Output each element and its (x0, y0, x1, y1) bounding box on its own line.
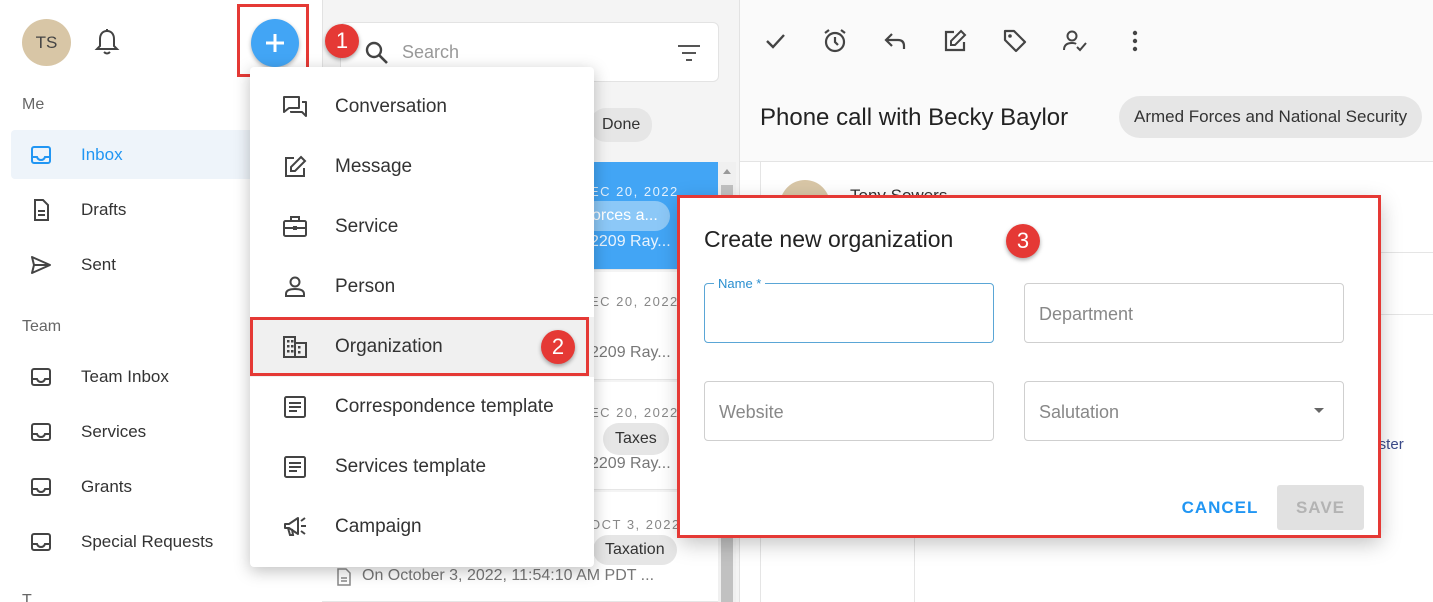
sidebar-item-label: Drafts (81, 199, 127, 219)
section-label-more: T (22, 592, 32, 602)
briefcase-icon (282, 214, 308, 240)
more-vert-icon[interactable] (1122, 28, 1148, 54)
card-text: 2209 Ray... (590, 233, 671, 250)
card-date: OCT 3, 2022 (590, 517, 681, 532)
person-icon (282, 274, 308, 300)
inbox-icon (29, 143, 53, 167)
sidebar-item-label: Inbox (81, 144, 123, 164)
menu-item-person[interactable]: Person (250, 257, 594, 317)
annotation-box-2 (250, 317, 589, 376)
menu-item-label: Conversation (335, 96, 447, 117)
menu-item-label: Campaign (335, 516, 422, 537)
annotation-badge-2: 2 (541, 330, 575, 364)
edit-icon[interactable] (942, 28, 968, 54)
section-label-me: Me (22, 96, 45, 113)
menu-item-service[interactable]: Service (250, 197, 594, 257)
search-icon (364, 40, 390, 66)
scroll-up-arrow-icon[interactable] (722, 166, 732, 176)
search-input[interactable]: Search (402, 42, 459, 63)
bell-icon[interactable] (94, 28, 120, 56)
inbox-icon (29, 365, 53, 389)
template-icon (282, 394, 308, 420)
menu-item-label: Person (335, 276, 396, 297)
card-text: On October 3, 2022, 11:54:10 AM PDT ... (362, 567, 655, 584)
topic-chip[interactable]: Armed Forces and National Security (1119, 96, 1423, 138)
sidebar-item-label: Special Requests (81, 531, 214, 551)
template-icon (282, 454, 308, 480)
edit-icon (282, 154, 308, 180)
menu-item-conversation[interactable]: Conversation (250, 77, 594, 137)
card-topic-chip: Taxation (593, 535, 677, 565)
assign-icon[interactable] (1062, 28, 1088, 54)
menu-item-correspondence-template[interactable]: Correspondence template (250, 377, 594, 437)
check-icon[interactable] (762, 28, 788, 54)
conversation-icon (282, 94, 308, 120)
sidebar-item-label: Services (81, 421, 147, 441)
menu-item-campaign[interactable]: Campaign (250, 497, 594, 557)
document-icon (336, 568, 352, 586)
avatar[interactable]: TS (22, 19, 71, 66)
menu-item-message[interactable]: Message (250, 137, 594, 197)
inbox-icon (29, 420, 53, 444)
menu-item-services-template[interactable]: Services template (250, 437, 594, 497)
menu-item-label: Service (335, 216, 399, 237)
card-text: 2209 Ray... (590, 344, 671, 361)
card-date: EC 20, 2022 (590, 294, 679, 309)
filter-chip-done[interactable]: Done (590, 108, 653, 142)
menu-item-label: Services template (335, 456, 487, 477)
card-text: 2209 Ray... (590, 455, 671, 472)
annotation-badge-1: 1 (325, 24, 359, 58)
reply-icon[interactable] (882, 28, 908, 54)
menu-item-label: Message (335, 156, 413, 177)
annotation-badge-3: 3 (1006, 224, 1040, 258)
megaphone-icon (282, 514, 308, 540)
sidebar-item-label: Sent (81, 254, 116, 274)
card-topic-chip: Taxes (603, 423, 669, 455)
document-icon (29, 198, 53, 222)
section-label-team: Team (22, 318, 62, 335)
filter-icon[interactable] (676, 42, 702, 64)
alarm-icon[interactable] (822, 28, 848, 54)
send-icon (29, 253, 53, 277)
divider (914, 537, 915, 602)
card-date: EC 20, 2022 (590, 405, 679, 420)
inbox-icon (29, 530, 53, 554)
inbox-icon (29, 475, 53, 499)
sidebar-item-label: Team Inbox (81, 366, 169, 386)
sidebar-item-label: Grants (81, 476, 133, 496)
card-date: EC 20, 2022 (590, 184, 679, 199)
tag-icon[interactable] (1002, 28, 1028, 54)
conversation-title: Phone call with Becky Baylor (760, 104, 1069, 131)
menu-item-label: Correspondence template (335, 396, 554, 417)
